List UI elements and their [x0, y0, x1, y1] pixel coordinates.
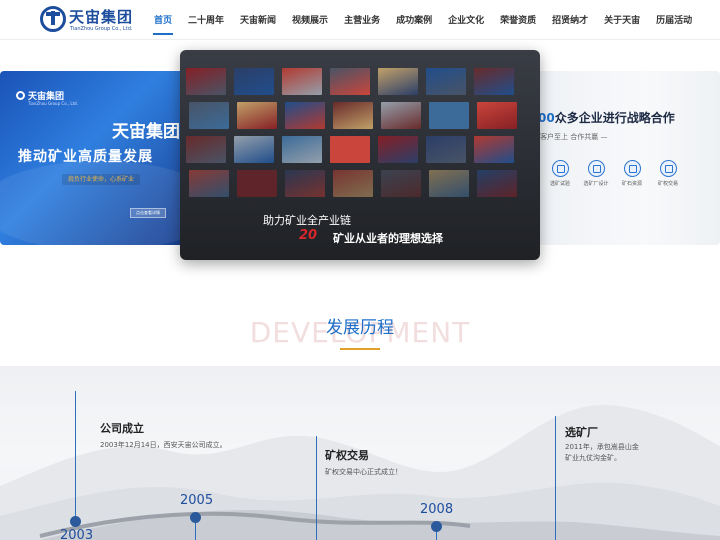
- nav-item-careers[interactable]: 招贤纳才: [544, 0, 596, 40]
- photo-wall: [180, 62, 540, 210]
- nav-item-honors[interactable]: 荣誉资质: [492, 0, 544, 40]
- event-photo: [429, 170, 469, 197]
- event-title: 矿权交易: [325, 449, 369, 462]
- service-label: 矿权交易: [657, 181, 678, 187]
- timeline-line: [316, 436, 317, 540]
- nav-item-news[interactable]: 天宙新闻: [232, 0, 284, 40]
- service-item: 选矿试验: [542, 160, 578, 187]
- timeline-dot[interactable]: [190, 512, 201, 523]
- slide-details-button[interactable]: 点击查看详情: [130, 208, 166, 218]
- slide-title: 00众多企业进行战略合作: [538, 109, 675, 126]
- carousel-slide-left[interactable]: 天宙集团 TianZhou Group Co., Ltd. 天宙集团 推动矿业高…: [0, 71, 186, 245]
- ore-icon: [623, 160, 641, 177]
- event-title: 公司成立: [100, 422, 144, 435]
- service-item: 矿权交易: [650, 160, 686, 187]
- site-header: 天宙集团 TianZhou Group Co., Ltd. 首页 二十周年 天宙…: [0, 0, 720, 40]
- event-photo: [426, 68, 466, 95]
- slide-subtitle: 客户至上 合作共赢 —: [540, 133, 608, 141]
- event-photo: [189, 102, 229, 129]
- event-photo: [426, 136, 466, 163]
- event-photo: [381, 170, 421, 197]
- logo-text: 天宙集团: [69, 8, 134, 26]
- timeline-year[interactable]: 2008: [420, 502, 453, 517]
- service-label: 选矿试验: [549, 181, 570, 187]
- timeline-year[interactable]: 2003: [60, 528, 93, 540]
- slide-title: 天宙集团: [112, 122, 180, 142]
- logo-subtext: TianZhou Group Co., Ltd.: [70, 26, 133, 32]
- event-photo: [381, 102, 421, 129]
- service-item: 选矿厂设计: [578, 160, 614, 187]
- event-photo: [285, 170, 325, 197]
- slide-logo-subtext: TianZhou Group Co., Ltd.: [28, 101, 78, 106]
- event-photo: [237, 102, 277, 129]
- section-title: 发展历程: [326, 318, 394, 338]
- slide-tagline: 助力矿业全产业链: [263, 214, 351, 227]
- nav-item-business[interactable]: 主营业务: [336, 0, 388, 40]
- nav-item-20th-anniversary[interactable]: 二十周年: [180, 0, 232, 40]
- timeline-year[interactable]: 2005: [180, 493, 213, 508]
- event-photo: [186, 136, 226, 163]
- timeline-dot[interactable]: [70, 516, 81, 527]
- event-photo: [333, 170, 373, 197]
- event-photo: [330, 68, 370, 95]
- event-description: 2011年，承包嵩县山金矿业九仗沟金矿。: [565, 443, 639, 462]
- rights-icon: [659, 160, 677, 177]
- event-photo: [378, 136, 418, 163]
- event-title: 选矿厂: [565, 426, 598, 439]
- slide-title-text: 众多企业进行战略合作: [554, 111, 675, 125]
- slide-slogan: 推动矿业高质量发展: [18, 149, 153, 165]
- event-photo: [474, 68, 514, 95]
- design-icon: [587, 160, 605, 177]
- main-nav: 首页 二十周年 天宙新闻 视频展示 主营业务 成功案例 企业文化 荣誉资质 招贤…: [146, 0, 700, 40]
- event-photo: [333, 102, 373, 129]
- event-photo: [477, 102, 517, 129]
- carousel-slide-right[interactable]: 00众多企业进行战略合作 客户至上 合作共赢 — 选矿试验 选矿厂设计 矿石资源…: [532, 71, 720, 245]
- event-photo: [285, 102, 325, 129]
- event-photo: [429, 102, 469, 129]
- service-icons: 选矿试验 选矿厂设计 矿石资源 矿权交易: [542, 160, 686, 187]
- event-photo: [474, 136, 514, 163]
- nav-item-home[interactable]: 首页: [146, 0, 180, 40]
- section-underline: [340, 348, 380, 350]
- logo[interactable]: 天宙集团 TianZhou Group Co., Ltd.: [40, 6, 134, 36]
- event-photo: [189, 170, 229, 197]
- timeline-line: [195, 520, 196, 540]
- nav-item-videos[interactable]: 视频展示: [284, 0, 336, 40]
- event-photo: [186, 68, 226, 95]
- event-photo: [237, 170, 277, 197]
- flask-icon: [551, 160, 569, 177]
- logo-mark-icon: [16, 91, 25, 100]
- carousel-slide-active[interactable]: 助力矿业全产业链 20 矿业从业者的理想选择: [180, 50, 540, 260]
- service-item: 矿石资源: [614, 160, 650, 187]
- event-photo: [378, 68, 418, 95]
- slide-headline: 矿业从业者的理想选择: [333, 232, 443, 245]
- event-photo: [234, 136, 274, 163]
- event-photo: [282, 68, 322, 95]
- event-photo: [282, 136, 322, 163]
- nav-item-about[interactable]: 关于天宙: [596, 0, 648, 40]
- logo-mark-icon: [40, 6, 66, 32]
- service-label: 选矿厂设计: [583, 181, 609, 187]
- timeline-line: [75, 391, 76, 516]
- nav-item-cases[interactable]: 成功案例: [388, 0, 440, 40]
- nav-item-events[interactable]: 历届活动: [648, 0, 700, 40]
- event-photo: [234, 68, 274, 95]
- event-description: 矿权交易中心正式成立！: [325, 468, 402, 476]
- slide-title-number: 00: [538, 111, 555, 125]
- event-description: 2003年12月14日，西安天宙公司成立。: [100, 441, 227, 449]
- slide-number: 20: [299, 228, 318, 243]
- timeline-line: [555, 416, 556, 540]
- service-label: 矿石资源: [621, 181, 642, 187]
- nav-item-culture[interactable]: 企业文化: [440, 0, 492, 40]
- slide-subtitle: 肩负行业使命，心系矿业: [62, 174, 141, 185]
- event-photo: [477, 170, 517, 197]
- event-photo: [330, 136, 370, 163]
- timeline-dot[interactable]: [431, 521, 442, 532]
